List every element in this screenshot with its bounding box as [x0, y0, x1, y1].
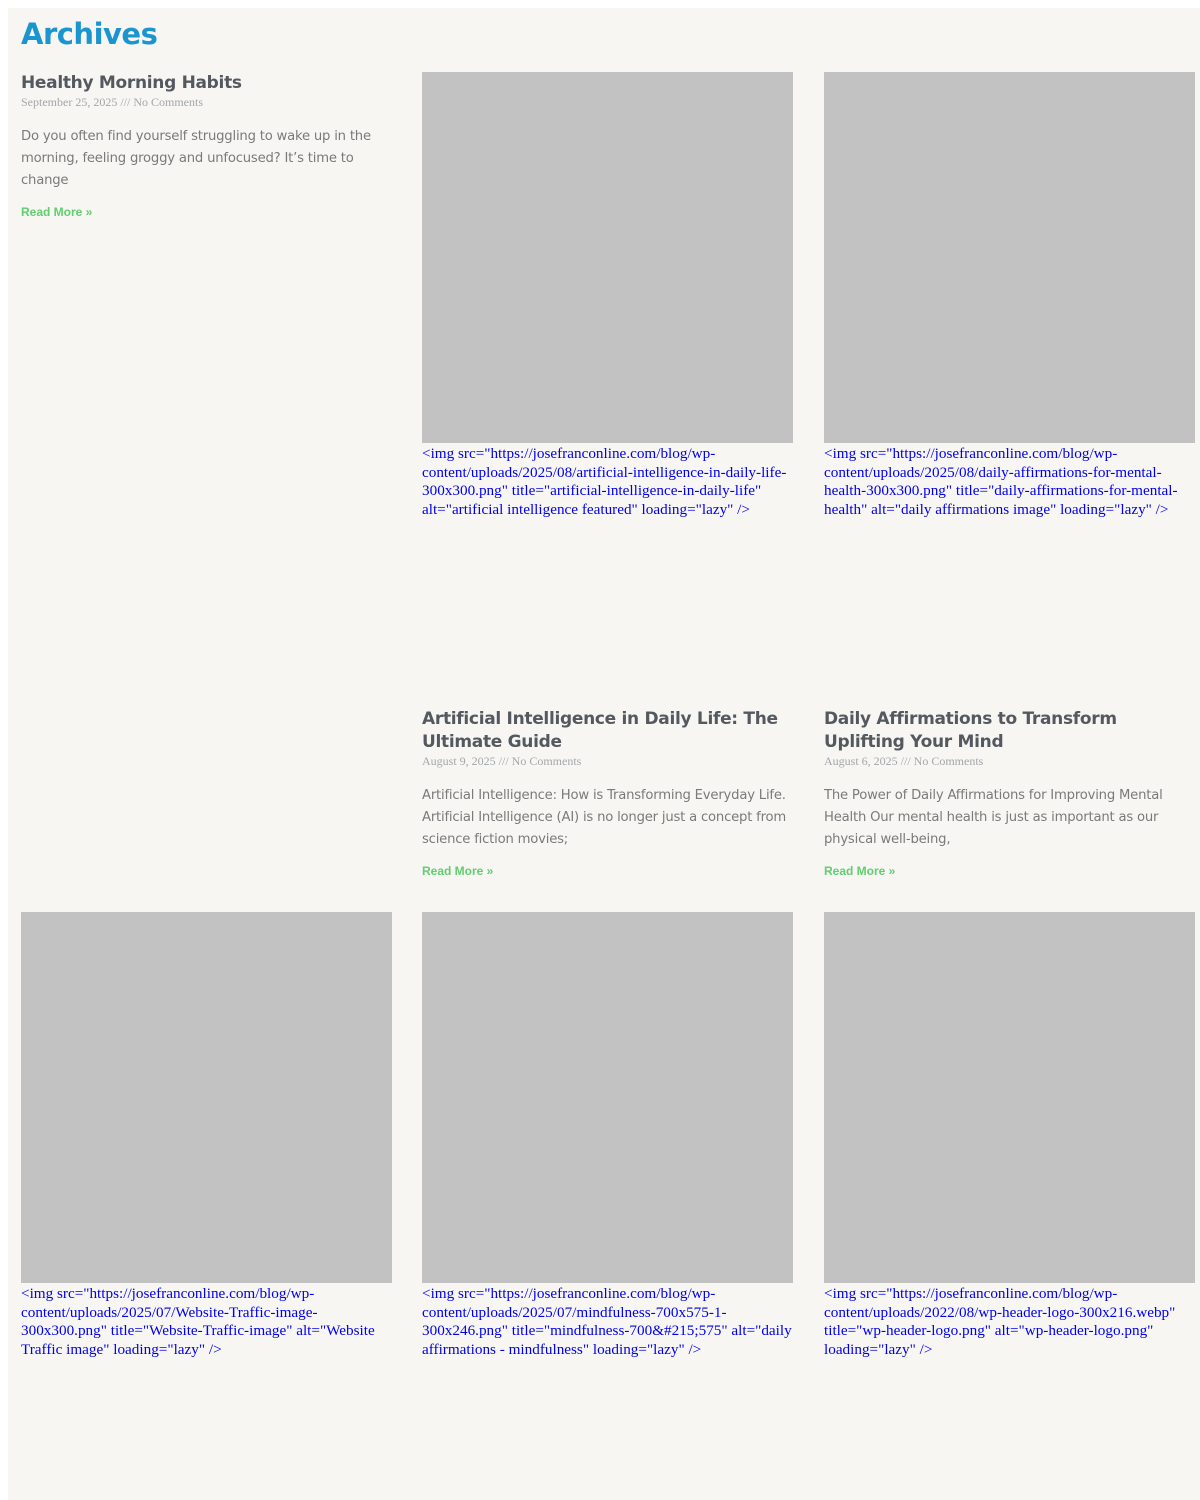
post-excerpt: Do you often find yourself struggling to…	[21, 129, 371, 188]
page-title: Archives	[21, 17, 158, 51]
post-excerpt: The Power of Daily Affirmations for Impr…	[824, 788, 1163, 847]
archive-page: Archives Healthy Morning Habits Septembe…	[8, 8, 1200, 1500]
post-card-body: Daily Affirmations to Transform Upliftin…	[824, 708, 1195, 880]
post-meta: September 25, 2025 /// No Comments	[21, 95, 203, 109]
post-title[interactable]: Healthy Morning Habits	[21, 72, 392, 95]
post-thumbnail[interactable]	[824, 72, 1195, 443]
post-thumbnail[interactable]	[824, 912, 1195, 1283]
broken-image-text: <img src="https://josefranconline.com/bl…	[21, 1285, 375, 1358]
post-title[interactable]: Daily Affirmations to Transform Upliftin…	[824, 708, 1195, 754]
post-title[interactable]: Artificial Intelligence in Daily Life: T…	[422, 708, 793, 754]
broken-image-text: <img src="https://josefranconline.com/bl…	[422, 1285, 792, 1358]
broken-image-text: <img src="https://josefranconline.com/bl…	[824, 1285, 1176, 1358]
post-card: <img src="https://josefranconline.com/bl…	[422, 912, 793, 1359]
read-more-link[interactable]: Read More »	[422, 864, 493, 878]
post-card: <img src="https://josefranconline.com/bl…	[21, 912, 392, 1359]
broken-image-text: <img src="https://josefranconline.com/bl…	[422, 445, 787, 518]
post-thumbnail[interactable]	[21, 912, 392, 1283]
post-card: <img src="https://josefranconline.com/bl…	[422, 72, 793, 519]
post-card: Healthy Morning Habits September 25, 202…	[21, 72, 392, 221]
post-excerpt: Artificial Intelligence: How is Transfor…	[422, 788, 787, 847]
post-thumbnail[interactable]	[422, 72, 793, 443]
read-more-link[interactable]: Read More »	[824, 864, 895, 878]
post-card-body: Artificial Intelligence in Daily Life: T…	[422, 708, 793, 880]
post-meta: August 9, 2025 /// No Comments	[422, 754, 582, 768]
post-card: <img src="https://josefranconline.com/bl…	[824, 912, 1195, 1359]
post-card: <img src="https://josefranconline.com/bl…	[824, 72, 1195, 519]
broken-image-text: <img src="https://josefranconline.com/bl…	[824, 445, 1178, 518]
post-meta: August 6, 2025 /// No Comments	[824, 754, 984, 768]
read-more-link[interactable]: Read More »	[21, 205, 92, 219]
post-thumbnail[interactable]	[422, 912, 793, 1283]
